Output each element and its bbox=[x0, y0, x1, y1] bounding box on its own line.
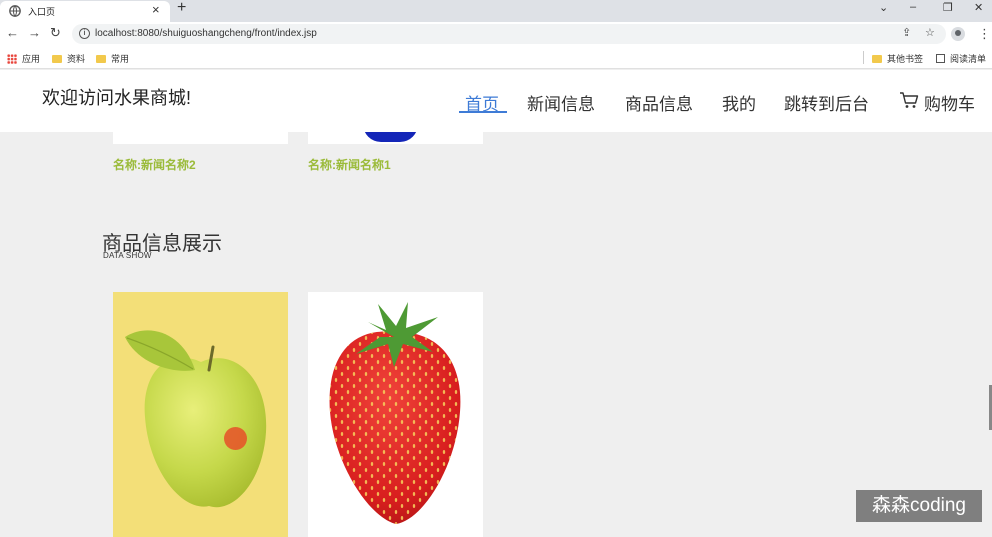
nav-active-underline bbox=[459, 111, 507, 113]
minimize-icon[interactable]: – bbox=[910, 1, 916, 13]
news-card-image[interactable] bbox=[113, 132, 288, 144]
bookmarks-divider bbox=[863, 51, 864, 64]
url-text[interactable]: localhost:8080/shuiguoshangcheng/front/i… bbox=[95, 28, 317, 39]
browser-menu-icon[interactable]: ⋮ bbox=[978, 26, 991, 42]
bookmark-label: 常用 bbox=[111, 54, 130, 64]
folder-icon bbox=[872, 54, 882, 63]
bookmark-other[interactable]: 其他书签 bbox=[872, 52, 923, 65]
strawberry-image bbox=[329, 302, 461, 524]
globe-icon bbox=[9, 5, 21, 17]
address-bar[interactable]: i localhost:8080/shuiguoshangcheng/front… bbox=[72, 24, 946, 44]
nav-mine[interactable]: 我的 bbox=[722, 90, 756, 115]
browser-tab[interactable]: 入口页 × bbox=[0, 1, 170, 22]
cart-icon[interactable] bbox=[899, 91, 919, 109]
site-title: 欢迎访问水果商城! bbox=[42, 88, 192, 108]
nav-news[interactable]: 新闻信息 bbox=[527, 90, 595, 115]
tab-title: 入口页 bbox=[28, 7, 56, 17]
product-card-strawberry[interactable] bbox=[308, 292, 483, 537]
back-icon[interactable]: ← bbox=[6, 25, 19, 40]
apple-image bbox=[125, 330, 267, 508]
tab-search-icon[interactable]: ⌄ bbox=[879, 1, 888, 14]
apps-grid-icon bbox=[7, 53, 17, 64]
close-window-icon[interactable]: ✕ bbox=[974, 1, 983, 14]
bookmark-reading-list[interactable]: 阅读清单 bbox=[936, 52, 986, 65]
news-card-image[interactable] bbox=[308, 132, 483, 144]
star-icon[interactable]: ☆ bbox=[925, 26, 935, 39]
maximize-icon[interactable]: ❐ bbox=[943, 1, 953, 14]
folder-icon bbox=[96, 54, 106, 63]
section-subtitle: DATA SHOW bbox=[103, 251, 152, 260]
browser-tabstrip: 入口页 × + ⌄ – ❐ ✕ bbox=[0, 0, 992, 22]
bookmark-folder-changyong[interactable]: 常用 bbox=[96, 52, 129, 65]
bookmark-apps[interactable]: 应用 bbox=[7, 52, 40, 65]
bookmark-label: 阅读清单 bbox=[950, 54, 987, 64]
folder-icon bbox=[52, 54, 62, 63]
share-icon[interactable]: ⇪ bbox=[902, 26, 911, 39]
tab-close-icon[interactable]: × bbox=[152, 2, 160, 17]
reload-icon[interactable]: ↻ bbox=[50, 25, 61, 41]
info-icon[interactable]: i bbox=[79, 28, 90, 39]
bookmark-label: 资料 bbox=[67, 54, 86, 64]
nav-products[interactable]: 商品信息 bbox=[625, 90, 693, 115]
news-image-content bbox=[363, 132, 418, 142]
bookmark-label: 应用 bbox=[22, 54, 41, 64]
cursor-highlight bbox=[224, 427, 247, 450]
bookmark-label: 其他书签 bbox=[887, 54, 924, 64]
site-header: 欢迎访问水果商城! 首页 新闻信息 商品信息 我的 跳转到后台 购物车 bbox=[0, 70, 992, 132]
browser-toolbar: ← → ↻ i localhost:8080/shuiguoshangcheng… bbox=[0, 22, 992, 46]
news-name[interactable]: 名称:新闻名称1 bbox=[308, 156, 391, 173]
product-card-apple[interactable] bbox=[113, 292, 288, 537]
bookmarks-bar: 应用 资料 常用 其他书签 阅读清单 bbox=[0, 46, 992, 69]
bookmark-folder-ziliao[interactable]: 资料 bbox=[52, 52, 85, 65]
nav-cart[interactable]: 购物车 bbox=[924, 90, 975, 115]
profile-avatar-icon[interactable] bbox=[951, 27, 965, 41]
news-name[interactable]: 名称:新闻名称2 bbox=[113, 156, 196, 173]
reading-list-icon bbox=[936, 54, 945, 63]
forward-icon[interactable]: → bbox=[28, 25, 41, 40]
watermark: 森森coding bbox=[856, 490, 982, 522]
nav-admin[interactable]: 跳转到后台 bbox=[784, 90, 869, 115]
new-tab-icon[interactable]: + bbox=[177, 0, 186, 17]
